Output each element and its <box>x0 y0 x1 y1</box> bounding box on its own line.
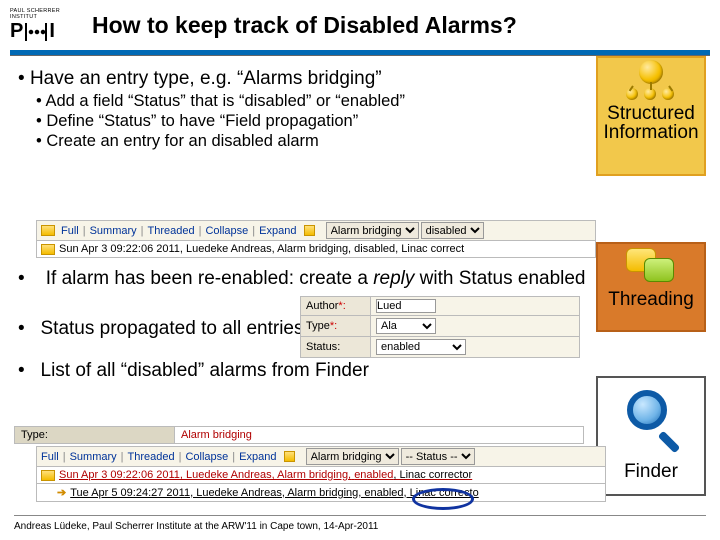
callout-2-label: Threading <box>608 289 694 310</box>
strip1-link-summary[interactable]: Summary <box>90 225 137 237</box>
type-filter-row: Type: Alarm bridging <box>14 426 584 444</box>
type-label: Type: <box>15 427 175 443</box>
strip3-link-collapse[interactable]: Collapse <box>185 451 228 463</box>
structure-icon <box>626 60 676 102</box>
bullet-2: If alarm has been re-enabled: create a r… <box>18 268 588 290</box>
slide-title: How to keep track of Disabled Alarms? <box>92 13 517 38</box>
slide-header: PAUL SCHERRER INSTITUT PI How to keep tr… <box>0 0 720 44</box>
strip1-link-expand[interactable]: Expand <box>259 225 296 237</box>
bullet-4: List of all “disabled” alarms from Finde… <box>18 360 588 382</box>
psi-wave-icon <box>25 23 47 41</box>
flag-icon <box>284 451 295 462</box>
strip3-type-select[interactable]: Alarm bridging <box>306 448 399 465</box>
callout-structured-info: Structured Information <box>596 56 706 176</box>
screenshot-strip-3: Full| Summary| Threaded| Collapse| Expan… <box>36 446 606 502</box>
strip1-type-select[interactable]: Alarm bridging <box>326 222 419 239</box>
logo-small-text: PAUL SCHERRER INSTITUT <box>10 8 78 20</box>
screenshot-strip-1: Full| Summary| Threaded| Collapse| Expan… <box>36 220 596 258</box>
strip1-entry-text: Sun Apr 3 09:22:06 2011, Luedeke Andreas… <box>59 243 464 255</box>
strip3-status-select[interactable]: -- Status -- <box>401 448 475 465</box>
strip1-link-threaded[interactable]: Threaded <box>148 225 195 237</box>
strip3-entry-2[interactable]: ➔ Tue Apr 5 09:24:27 2011, Luedeke Andre… <box>36 484 606 502</box>
strip3-link-summary[interactable]: Summary <box>70 451 117 463</box>
flag-icon <box>41 225 55 236</box>
callout-1-label: Structured Information <box>603 103 698 143</box>
threading-icon <box>626 248 676 286</box>
callout-threading: Threading <box>596 242 706 332</box>
status-select[interactable]: enabled <box>376 339 466 355</box>
reply-form-table: Author*: Type*: Ala Status: enabled <box>300 296 580 358</box>
form-row-type: Type*: Ala <box>301 316 580 337</box>
type-select[interactable]: Ala <box>376 318 436 334</box>
strip3-link-expand[interactable]: Expand <box>239 451 276 463</box>
callout-3-label: Finder <box>624 461 678 482</box>
strip3-entry1-text: Sun Apr 3 09:22:06 2011, Luedeke Andreas… <box>59 469 472 481</box>
slide-footer: Andreas Lüdeke, Paul Scherrer Institute … <box>14 521 378 532</box>
strip3-link-full[interactable]: Full <box>41 451 59 463</box>
flag-icon <box>304 225 315 236</box>
footer-divider <box>14 515 706 516</box>
strip1-link-full[interactable]: Full <box>61 225 79 237</box>
entry-icon <box>41 244 55 255</box>
strip3-link-threaded[interactable]: Threaded <box>128 451 175 463</box>
magnifier-icon <box>621 386 681 456</box>
psi-logo: PAUL SCHERRER INSTITUT PI <box>10 8 78 44</box>
strip3-entry-1[interactable]: Sun Apr 3 09:22:06 2011, Luedeke Andreas… <box>36 467 606 484</box>
reply-arrow-icon: ➔ <box>57 486 66 499</box>
callout-finder: Finder <box>596 376 706 496</box>
strip1-link-collapse[interactable]: Collapse <box>205 225 248 237</box>
strip3-toolbar: Full| Summary| Threaded| Collapse| Expan… <box>36 446 606 467</box>
form-row-author: Author*: <box>301 297 580 316</box>
strip1-entry-row[interactable]: Sun Apr 3 09:22:06 2011, Luedeke Andreas… <box>36 241 596 258</box>
strip1-toolbar: Full| Summary| Threaded| Collapse| Expan… <box>36 220 596 241</box>
highlight-oval <box>412 488 474 510</box>
form-row-status: Status: enabled <box>301 337 580 358</box>
entry-icon <box>41 470 55 481</box>
type-value: Alarm bridging <box>175 427 258 443</box>
author-input[interactable] <box>376 299 436 313</box>
strip1-status-select[interactable]: disabled <box>421 222 484 239</box>
